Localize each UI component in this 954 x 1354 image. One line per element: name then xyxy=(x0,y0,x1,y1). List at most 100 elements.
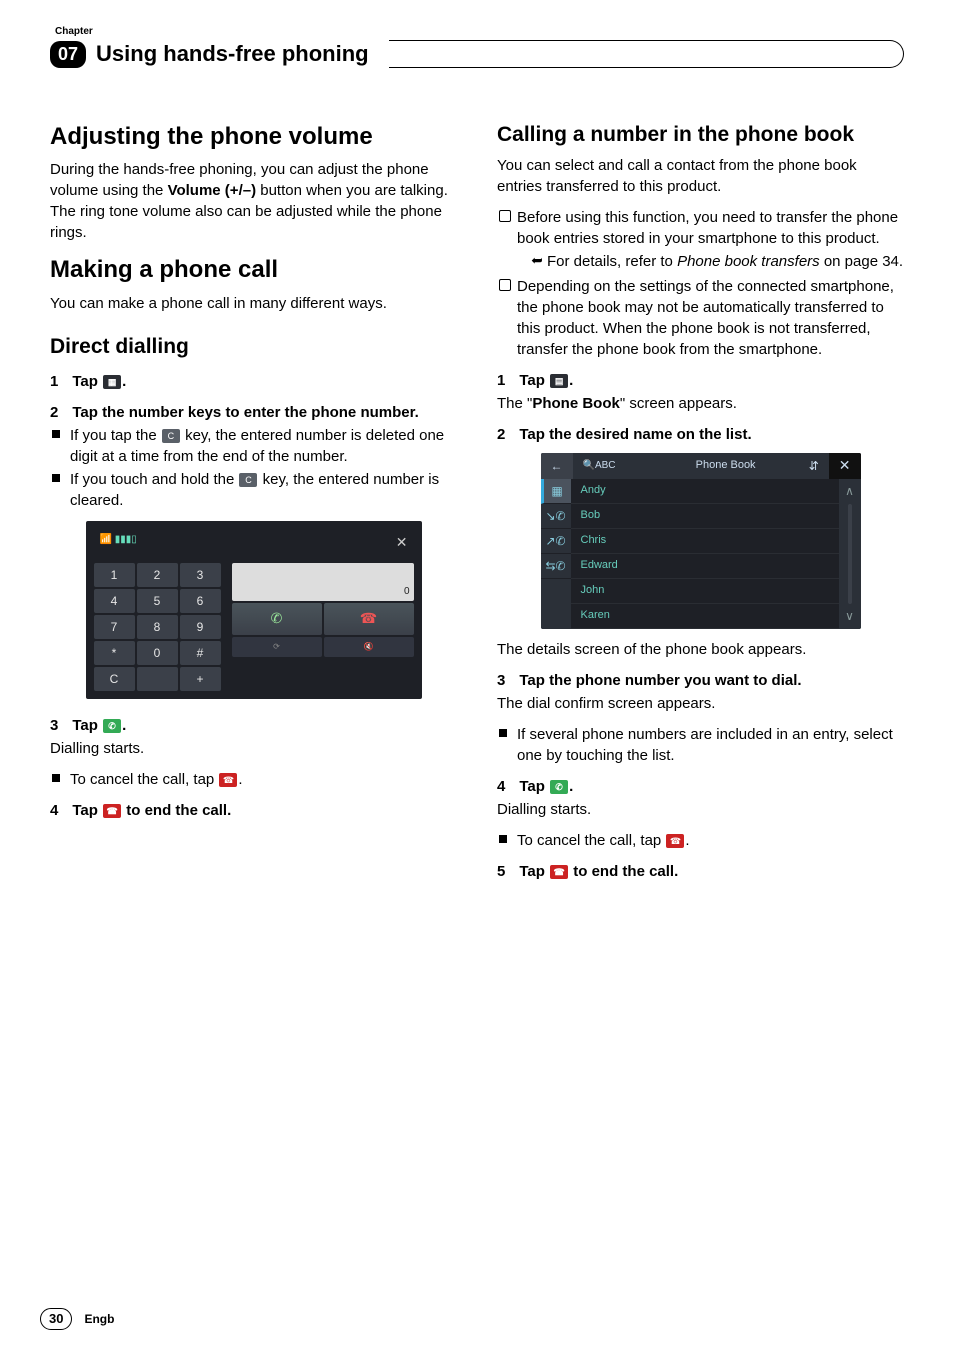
tab-dialed-icon: ↗✆ xyxy=(541,529,571,554)
tab-contacts-icon: ▦ xyxy=(541,479,571,504)
right-column: Calling a number in the phone book You c… xyxy=(497,120,904,884)
chapter-row: 07 Using hands-free phoning xyxy=(50,39,904,70)
call-icon: ✆ xyxy=(103,719,121,733)
volume-button-label: Volume (+/–) xyxy=(168,182,257,199)
pb-step-3: 3Tap the phone number you want to dial. xyxy=(497,670,904,691)
pb-step-4: 4Tap ✆. xyxy=(497,776,904,797)
tab-received-icon: ↘✆ xyxy=(541,504,571,529)
text: Tap xyxy=(72,717,102,734)
heading-call-phonebook: Calling a number in the phone book xyxy=(497,120,904,149)
step-1: 1Tap ▦. xyxy=(50,371,457,392)
number-display: 0 xyxy=(232,563,414,601)
page: Chapter 07 Using hands-free phoning Adju… xyxy=(0,0,954,1354)
chapter-header: Chapter 07 Using hands-free phoning xyxy=(50,25,904,70)
text: The " xyxy=(497,395,532,412)
header-rule xyxy=(389,40,904,68)
text: For details, refer to xyxy=(547,253,677,270)
chapter-label: Chapter xyxy=(55,25,904,39)
list-item: Andy xyxy=(571,479,839,504)
close-icon: ✕ xyxy=(396,533,408,553)
keypad-icon: ▦ xyxy=(103,375,121,389)
step-3: 3Tap ✆. xyxy=(50,715,457,736)
pb-step-3-result: The dial confirm screen appears. xyxy=(497,693,904,714)
note: Before using this function, you need to … xyxy=(517,207,904,272)
key-plus: + xyxy=(180,667,221,691)
key-4: 4 xyxy=(94,589,135,613)
pb-step-5: 5Tap ☎ to end the call. xyxy=(497,861,904,882)
search-placeholder: ABC xyxy=(595,460,616,471)
key-8: 8 xyxy=(137,615,178,639)
bottom-buttons: ⟳ 🔇 xyxy=(232,637,414,657)
key-9: 9 xyxy=(180,615,221,639)
note: If several phone numbers are included in… xyxy=(517,724,904,766)
hangup-icon: ☎ xyxy=(219,773,237,787)
text: to end the call. xyxy=(569,863,678,880)
pb-step-4-notes: To cancel the call, tap ☎. xyxy=(497,830,904,851)
call-buttons: ✆ ☎ xyxy=(232,603,414,635)
heading-make-call: Making a phone call xyxy=(50,253,457,287)
scroll-up-icon: ∧ xyxy=(845,483,854,500)
text: If you tap the xyxy=(70,427,161,444)
pb-step-3-notes: If several phone numbers are included in… xyxy=(497,724,904,766)
key-0: 0 xyxy=(137,641,178,665)
redial-icon: ⟳ xyxy=(232,637,322,657)
key-3: 3 xyxy=(180,563,221,587)
dialpad-body: 1 2 3 4 5 6 7 8 9 * 0 # C + xyxy=(94,563,414,691)
key-5: 5 xyxy=(137,589,178,613)
note: If you tap the C key, the entered number… xyxy=(70,425,457,467)
phonebook-notes: Before using this function, you need to … xyxy=(497,207,904,360)
text: on page 34. xyxy=(820,253,903,270)
phonebook-body: ▦ ↘✆ ↗✆ ⇆✆ Andy Bob Chris Edward John Ka… xyxy=(541,479,861,629)
pb-step-2: 2Tap the desired name on the list. xyxy=(497,424,904,445)
key-grid: 1 2 3 4 5 6 7 8 9 * 0 # C + xyxy=(94,563,224,691)
phonebook-tabs: ▦ ↘✆ ↗✆ ⇆✆ xyxy=(541,479,571,629)
text: Tap the desired name on the list. xyxy=(519,426,751,443)
chapter-title: Using hands-free phoning xyxy=(96,39,369,70)
para-phonebook-intro: You can select and call a contact from t… xyxy=(497,155,904,197)
text: Tap xyxy=(519,778,549,795)
phonebook-icon: ▤ xyxy=(550,374,568,388)
hangup-icon: ☎ xyxy=(103,804,121,818)
note: Depending on the settings of the connect… xyxy=(517,276,904,360)
search-field: 🔍ABC xyxy=(573,459,653,473)
dialpad-status-bar: 📶 ▮▮▮▯ ✕ xyxy=(94,531,414,563)
phonebook-title: Phone Book xyxy=(653,458,799,473)
cross-ref: For details, refer to Phone book transfe… xyxy=(547,251,904,272)
para-adjust-volume: During the hands-free phoning, you can a… xyxy=(50,159,457,243)
key-7: 7 xyxy=(94,615,135,639)
signal-icon: 📶 ▮▮▮▯ xyxy=(100,533,137,553)
tab-missed-icon: ⇆✆ xyxy=(541,554,571,579)
text: . xyxy=(238,771,242,788)
phonebook-screenshot: ← 🔍ABC Phone Book ⇵ ✕ ▦ ↘✆ ↗✆ ⇆✆ Andy xyxy=(541,453,861,629)
text: . xyxy=(122,717,126,734)
text: . xyxy=(569,778,573,795)
chapter-number: 07 xyxy=(50,41,86,68)
left-column: Adjusting the phone volume During the ha… xyxy=(50,120,457,884)
back-icon: ← xyxy=(541,453,573,479)
list-item: Karen xyxy=(571,604,839,629)
key-clear: C xyxy=(94,667,135,691)
call-icon: ✆ xyxy=(550,780,568,794)
key-star: * xyxy=(94,641,135,665)
hangup-icon: ☎ xyxy=(550,865,568,879)
key-6: 6 xyxy=(180,589,221,613)
text: Tap xyxy=(519,863,549,880)
search-icon: 🔍 xyxy=(583,460,595,471)
dialpad-right: 0 ✆ ☎ ⟳ 🔇 xyxy=(232,563,414,691)
step-3-notes: To cancel the call, tap ☎. xyxy=(50,769,457,790)
text: . xyxy=(685,832,689,849)
heading-adjust-volume: Adjusting the phone volume xyxy=(50,120,457,154)
text: Before using this function, you need to … xyxy=(517,209,898,247)
clear-key-icon: C xyxy=(162,429,180,443)
text: Tap xyxy=(72,802,102,819)
contact-list: Andy Bob Chris Edward John Karen xyxy=(571,479,839,629)
key-hash: # xyxy=(180,641,221,665)
pb-step-1-result: The "Phone Book" screen appears. xyxy=(497,393,904,414)
para-make-call: You can make a phone call in many differ… xyxy=(50,293,457,314)
clear-key-icon: C xyxy=(239,473,257,487)
scroll-bar: ∧ ∨ xyxy=(839,479,861,629)
phonebook-header: ← 🔍ABC Phone Book ⇵ ✕ xyxy=(541,453,861,479)
step-3-result: Dialling starts. xyxy=(50,738,457,759)
step-2: 2Tap the number keys to enter the phone … xyxy=(50,402,457,423)
sub-note: For details, refer to Phone book transfe… xyxy=(531,251,904,272)
